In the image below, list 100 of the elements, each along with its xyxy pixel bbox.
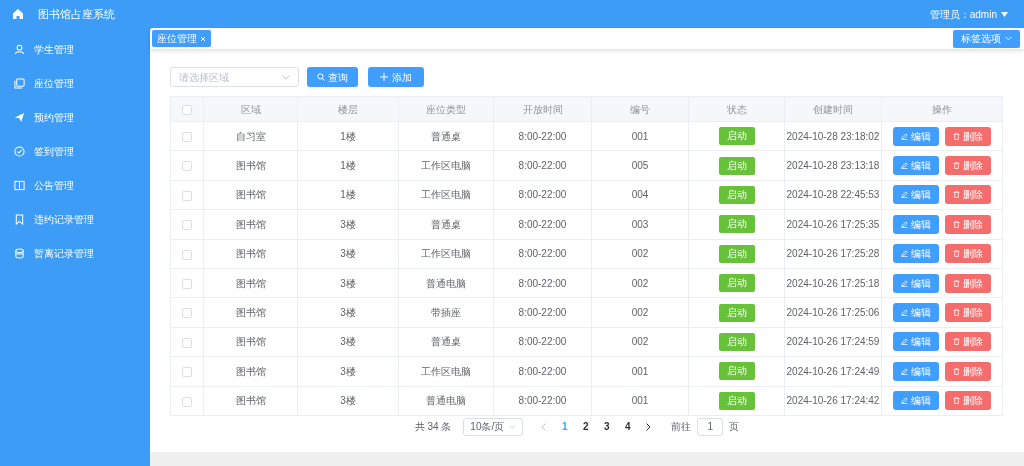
table-cell: 002 [631,277,649,289]
table-cell: 005 [631,160,649,172]
column-header: 楼层 [338,103,358,115]
user-menu[interactable]: 管理员：admin [929,6,997,22]
table-cell: 3楼 [340,307,356,319]
page-number[interactable]: 4 [617,419,639,435]
table-cell: 带插座 [431,307,461,319]
table-cell: 普通电脑 [426,277,466,289]
table-cell: 2024-10-26 17:24:59 [786,336,880,348]
table-cell: 8:00-22:00 [518,307,567,319]
edit-button[interactable]: 编辑 [893,332,939,352]
table-cell: 8:00-22:00 [518,248,567,260]
edit-button[interactable]: 编辑 [893,391,939,411]
delete-button[interactable]: 删除 [945,185,991,205]
table-cell: 3楼 [340,365,356,377]
sidebar-item[interactable]: 座位管理 [0,66,150,100]
table-cell: 2024-10-26 17:25:28 [786,248,880,260]
table-cell: 普通桌 [431,336,461,348]
total-count: 共 34 条 [414,420,452,435]
edit-button[interactable]: 编辑 [893,361,939,381]
table-cell: 自习室 [235,130,266,142]
status-tag: 启动 [718,362,755,381]
page-number[interactable]: 3 [596,419,618,435]
delete-button[interactable]: 删除 [945,214,991,234]
table-cell: 8:00-22:00 [518,218,567,230]
table-cell: 图书馆 [235,218,266,230]
table-cell: 2024-10-28 23:18:02 [786,130,880,142]
column-header: 区域 [240,103,261,115]
edit-button[interactable]: 编辑 [893,156,939,176]
table-cell: 8:00-22:00 [518,160,567,172]
delete-button[interactable]: 删除 [945,303,991,323]
edit-button[interactable]: 编辑 [893,214,939,234]
tab-options-button[interactable]: 标签选项 [953,29,1020,48]
table-cell: 8:00-22:00 [518,336,567,348]
table-cell: 1楼 [340,130,356,142]
table-cell: 3楼 [340,218,356,230]
table-cell: 003 [631,218,649,230]
page-suffix: 页 [729,420,740,435]
edit-button[interactable]: 编辑 [893,273,939,293]
add-button[interactable]: 添加 [368,67,424,87]
delete-button[interactable]: 删除 [945,156,991,176]
status-tag: 启动 [718,185,755,204]
table-cell: 2024-10-26 17:25:35 [786,218,880,230]
edit-button[interactable]: 编辑 [893,126,939,146]
delete-button[interactable]: 删除 [945,361,991,381]
table-cell: 普通电脑 [426,395,466,407]
table-cell: 3楼 [340,395,356,407]
sidebar-item[interactable]: 公告管理 [0,168,150,202]
table-cell: 图书馆 [235,248,266,260]
table-cell: 3楼 [340,277,356,289]
table-cell: 图书馆 [235,365,266,377]
goto-label: 前往 [671,420,692,435]
table-cell: 002 [631,307,649,319]
table-cell: 工作区电脑 [421,248,471,260]
table-cell: 图书馆 [235,160,266,172]
table-cell: 8:00-22:00 [518,395,567,407]
table-cell: 002 [631,336,649,348]
table-cell: 2024-10-26 17:25:18 [786,277,880,289]
edit-button[interactable]: 编辑 [893,303,939,323]
sidebar-item[interactable]: 违约记录管理 [0,202,150,236]
page-number[interactable]: 1 [554,419,576,435]
table-cell: 3楼 [340,336,356,348]
status-tag: 启动 [718,274,755,293]
page-size-select[interactable]: 10条/页 [463,417,524,436]
status-tag: 启动 [718,244,755,263]
delete-button[interactable]: 删除 [945,332,991,352]
page-input[interactable]: 1 [697,417,724,436]
edit-button[interactable]: 编辑 [893,244,939,264]
delete-button[interactable]: 删除 [945,391,991,411]
table-cell: 8:00-22:00 [518,365,567,377]
table-cell: 工作区电脑 [421,189,471,201]
status-tag: 启动 [718,156,755,175]
sidebar-item[interactable]: 暂离记录管理 [0,236,150,270]
table-cell: 002 [631,248,649,260]
table-cell: 工作区电脑 [421,160,471,172]
status-tag: 启动 [718,391,755,410]
delete-button[interactable]: 删除 [945,244,991,264]
table-cell: 图书馆 [235,336,266,348]
status-tag: 启动 [718,332,755,351]
column-header: 座位类型 [426,103,466,115]
app-title: 图书馆占座系统 [38,6,115,22]
table-cell: 图书馆 [235,277,266,289]
status-tag: 启动 [718,127,755,146]
search-button[interactable]: 查询 [307,67,358,87]
table-cell: 001 [631,395,649,407]
tab[interactable]: 座位管理 [152,30,211,47]
page-number[interactable]: 2 [575,419,597,435]
table-cell: 2024-10-26 17:24:49 [786,365,880,377]
sidebar-item[interactable]: 签到管理 [0,134,150,168]
sidebar-item[interactable]: 预约管理 [0,100,150,134]
area-select[interactable]: 请选择区域 [170,67,299,87]
table-cell: 8:00-22:00 [518,130,567,142]
delete-button[interactable]: 删除 [945,273,991,293]
table-cell: 普通桌 [431,130,461,142]
sidebar-item[interactable]: 学生管理 [0,32,150,66]
edit-button[interactable]: 编辑 [893,185,939,205]
table-cell: 001 [631,365,649,377]
delete-button[interactable]: 删除 [945,126,991,146]
column-header: 状态 [726,103,747,115]
column-header: 编号 [630,103,650,115]
